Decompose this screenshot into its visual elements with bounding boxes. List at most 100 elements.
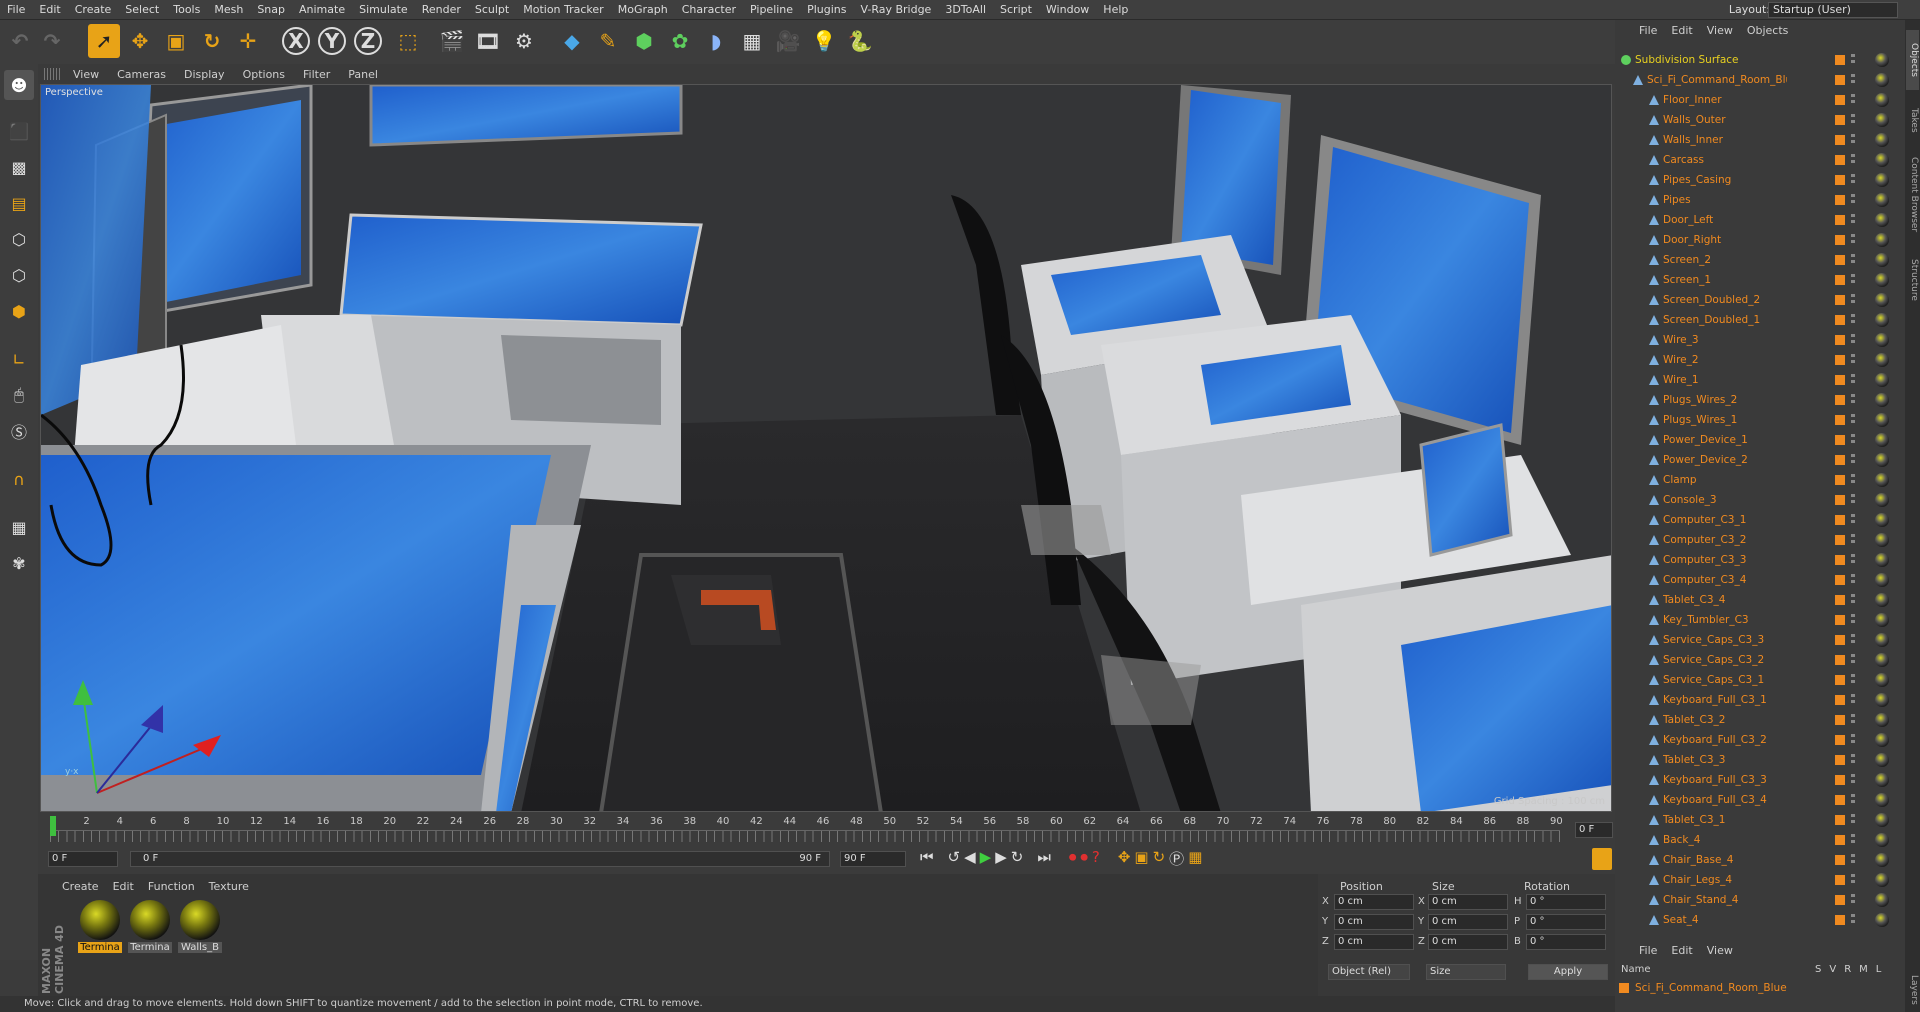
current-frame-field[interactable]: 0 F xyxy=(1575,822,1613,838)
tab-content-browser[interactable]: Content Browser xyxy=(1906,150,1919,240)
grid-lock-icon[interactable]: ▦ xyxy=(4,512,34,542)
menu-select[interactable]: Select xyxy=(118,0,166,20)
playhead[interactable] xyxy=(50,816,56,836)
object-row[interactable]: Computer_C3_4 xyxy=(1615,570,1905,590)
menu-simulate[interactable]: Simulate xyxy=(352,0,415,20)
object-row[interactable]: Keyboard_Full_C3_2 xyxy=(1615,730,1905,750)
floor-icon[interactable]: ▦ xyxy=(736,24,768,58)
next-frame-icon[interactable]: ▶ xyxy=(995,848,1007,869)
object-menu-objects[interactable]: Objects xyxy=(1747,24,1789,37)
material-item[interactable]: Termina xyxy=(128,900,172,953)
object-row[interactable]: Tablet_C3_2 xyxy=(1615,710,1905,730)
light-icon[interactable]: 💡 xyxy=(808,24,840,58)
start-frame-field[interactable]: 0 F xyxy=(48,851,118,867)
object-row[interactable]: Service_Caps_C3_3 xyxy=(1615,630,1905,650)
object-row[interactable]: Tablet_C3_3 xyxy=(1615,750,1905,770)
sculpt-icon[interactable]: ✾ xyxy=(4,548,34,578)
material-menu-function[interactable]: Function xyxy=(148,880,195,893)
object-row[interactable]: Key_Tumbler_C3 xyxy=(1615,610,1905,630)
viewport[interactable]: Perspective Grid Spacing : 100 cm y·x xyxy=(40,84,1612,812)
tab-objects[interactable]: Objects xyxy=(1906,30,1919,90)
object-row[interactable]: Carcass xyxy=(1615,150,1905,170)
coordinate-system-icon[interactable]: ⬚ xyxy=(392,24,424,58)
undo-icon[interactable]: ↶ xyxy=(4,24,36,58)
object-menu-file[interactable]: File xyxy=(1639,24,1657,37)
menu-pipeline[interactable]: Pipeline xyxy=(743,0,800,20)
object-row[interactable]: Clamp xyxy=(1615,470,1905,490)
menu-edit[interactable]: Edit xyxy=(32,0,67,20)
viewport-menu-view[interactable]: View xyxy=(64,68,108,81)
pen-spline-icon[interactable]: ✎ xyxy=(592,24,624,58)
viewport-menu-filter[interactable]: Filter xyxy=(294,68,339,81)
layer-menu-file[interactable]: File xyxy=(1639,944,1657,957)
key-position-icon[interactable]: ✥ xyxy=(1118,848,1131,869)
range-slider[interactable]: 0 F 90 F xyxy=(130,851,830,867)
object-row[interactable]: Tablet_C3_4 xyxy=(1615,590,1905,610)
deformer-icon[interactable]: ◗ xyxy=(700,24,732,58)
object-row[interactable]: Tablet_C3_1 xyxy=(1615,810,1905,830)
object-row[interactable]: Door_Left xyxy=(1615,210,1905,230)
menu-mesh[interactable]: Mesh xyxy=(207,0,250,20)
menu-snap[interactable]: Snap xyxy=(250,0,292,20)
z-axis-icon[interactable]: Z xyxy=(354,27,382,55)
menu-animate[interactable]: Animate xyxy=(292,0,352,20)
object-row-group[interactable]: Sci_Fi_Command_Room_Blue xyxy=(1615,70,1905,90)
coord-size-select[interactable]: Size xyxy=(1426,964,1506,980)
menu-create[interactable]: Create xyxy=(68,0,119,20)
tweak-mode-icon[interactable]: 🖱 xyxy=(4,380,34,410)
menu-sculpt[interactable]: Sculpt xyxy=(468,0,516,20)
object-row[interactable]: Plugs_Wires_1 xyxy=(1615,410,1905,430)
layer-menu-view[interactable]: View xyxy=(1707,944,1733,957)
object-row[interactable]: Screen_Doubled_1 xyxy=(1615,310,1905,330)
render-settings-icon[interactable]: ⚙ xyxy=(508,24,540,58)
object-row[interactable]: Plugs_Wires_2 xyxy=(1615,390,1905,410)
workplane-mode-icon[interactable]: ▤ xyxy=(4,188,34,218)
render-view-icon[interactable]: 🎬 xyxy=(436,24,468,58)
material-item[interactable]: Walls_B xyxy=(178,900,222,953)
last-tool-icon[interactable]: ✛ xyxy=(232,24,264,58)
subdivision-surface-icon[interactable]: ⬢ xyxy=(628,24,660,58)
go-to-end-icon[interactable]: ⏭ xyxy=(1037,848,1051,869)
layer-menu-edit[interactable]: Edit xyxy=(1671,944,1692,957)
previous-key-icon[interactable]: ↺ xyxy=(948,848,961,869)
rotation-field[interactable]: 0 ° xyxy=(1526,894,1606,910)
coord-mode-select[interactable]: Object (Rel) xyxy=(1328,964,1410,980)
model-mode-icon[interactable]: ⬛ xyxy=(4,116,34,146)
polygons-mode-icon[interactable]: ⬢ xyxy=(4,296,34,326)
material-menu-texture[interactable]: Texture xyxy=(209,880,249,893)
texture-mode-icon[interactable]: ▩ xyxy=(4,152,34,182)
object-row[interactable]: Chair_Stand_4 xyxy=(1615,890,1905,910)
object-menu-edit[interactable]: Edit xyxy=(1671,24,1692,37)
timeline-layout-icon[interactable] xyxy=(1592,848,1612,870)
apply-button[interactable]: Apply xyxy=(1528,964,1608,980)
position-field[interactable]: 0 cm xyxy=(1334,934,1414,950)
viewport-menu-options[interactable]: Options xyxy=(234,68,294,81)
material-item[interactable]: Termina xyxy=(78,900,122,953)
menu-script[interactable]: Script xyxy=(993,0,1039,20)
y-axis-icon[interactable]: Y xyxy=(318,27,346,55)
key-rotation-icon[interactable]: ↻ xyxy=(1153,848,1166,869)
menu-motion-tracker[interactable]: Motion Tracker xyxy=(516,0,610,20)
size-field[interactable]: 0 cm xyxy=(1428,894,1508,910)
object-row[interactable]: Door_Right xyxy=(1615,230,1905,250)
object-row[interactable]: Screen_Doubled_2 xyxy=(1615,290,1905,310)
go-to-start-icon[interactable]: ⏮ xyxy=(920,848,934,869)
autokey-icon[interactable]: ⏺ xyxy=(1080,848,1088,869)
object-row[interactable]: Computer_C3_3 xyxy=(1615,550,1905,570)
render-picture-viewer-icon[interactable]: 🎞 xyxy=(472,24,504,58)
menu-mograph[interactable]: MoGraph xyxy=(611,0,675,20)
object-row[interactable]: Console_3 xyxy=(1615,490,1905,510)
object-row[interactable]: Back_4 xyxy=(1615,830,1905,850)
object-row[interactable]: Computer_C3_1 xyxy=(1615,510,1905,530)
object-row[interactable]: Seat_4 xyxy=(1615,910,1905,930)
menu-render[interactable]: Render xyxy=(415,0,468,20)
viewport-menu-panel[interactable]: Panel xyxy=(339,68,387,81)
object-row[interactable]: Keyboard_Full_C3_1 xyxy=(1615,690,1905,710)
object-row[interactable]: Service_Caps_C3_1 xyxy=(1615,670,1905,690)
make-editable-icon[interactable]: ☻ xyxy=(4,70,34,100)
object-row[interactable]: Keyboard_Full_C3_4 xyxy=(1615,790,1905,810)
select-tool-icon[interactable]: ➚ xyxy=(88,24,120,58)
keyframe-selection-icon[interactable]: ? xyxy=(1092,848,1100,869)
object-menu-view[interactable]: View xyxy=(1707,24,1733,37)
object-row[interactable]: Wire_3 xyxy=(1615,330,1905,350)
